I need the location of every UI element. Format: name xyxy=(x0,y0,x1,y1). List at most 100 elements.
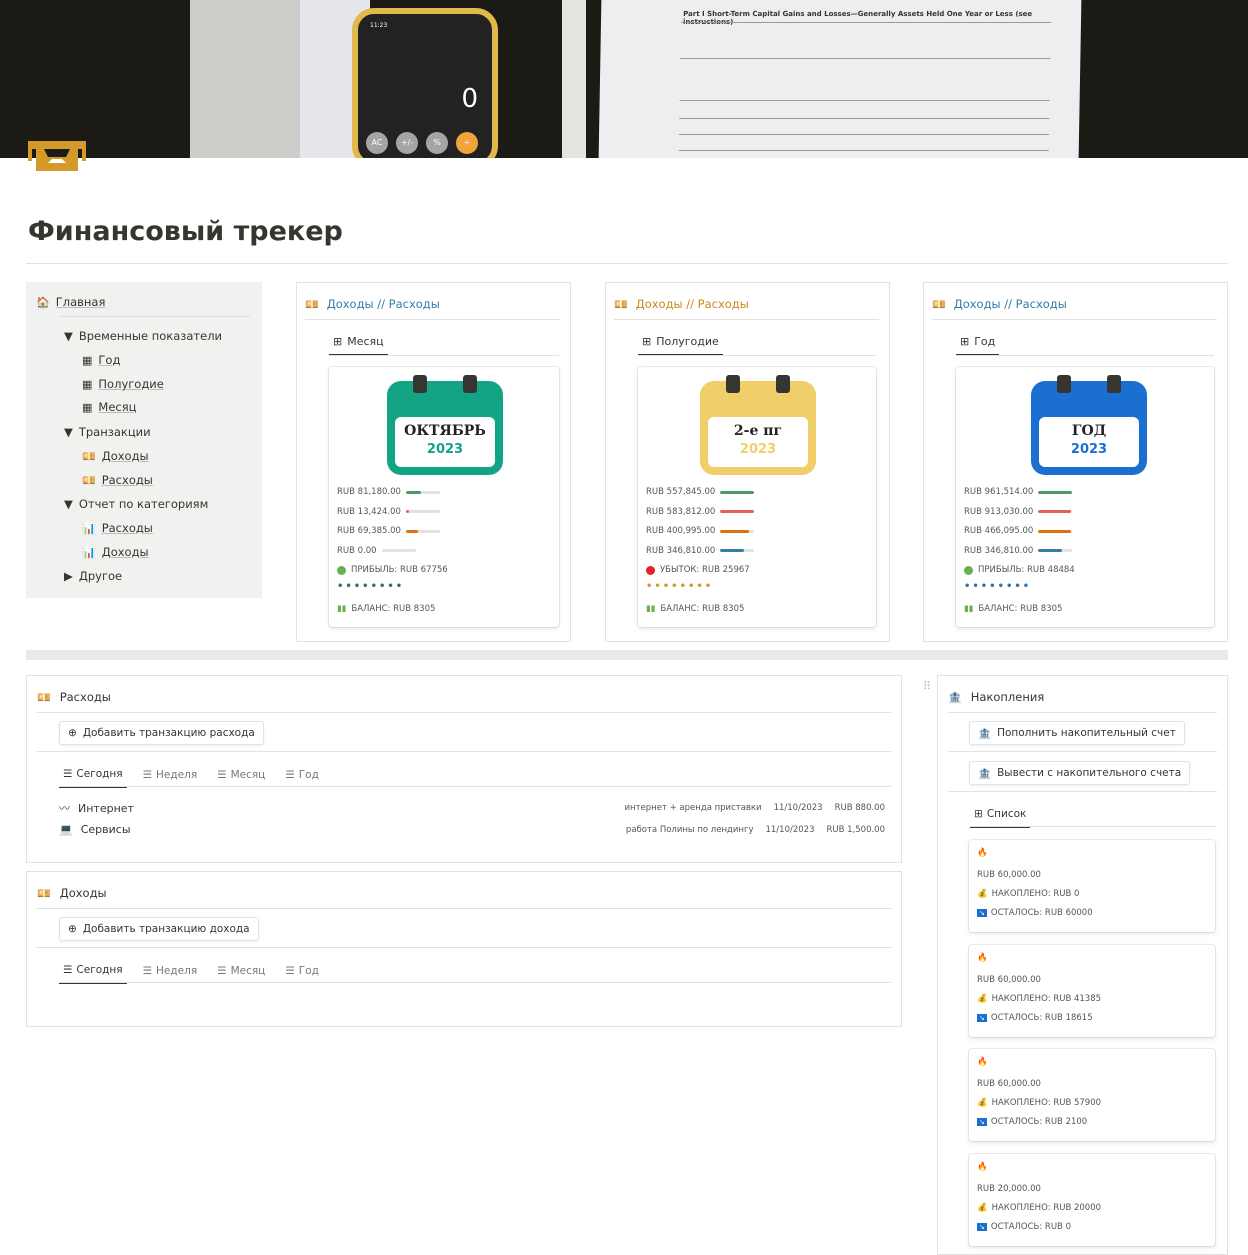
sidebar-item-label: Доходы xyxy=(101,545,149,559)
savings-card[interactable]: 🔥 RUB 60,000.00 💰 НАКОПЛЕНО: RUB 57900 ↘ О… xyxy=(969,1049,1215,1141)
savings-card[interactable]: 🔥 RUB 60,000.00 💰 НАКОПЛЕНО: RUB 41385 ↘ О… xyxy=(969,944,1215,1037)
triangle-down-icon: ▼ xyxy=(64,329,73,343)
savings-goal: RUB 20,000.00 xyxy=(977,1183,1041,1194)
triangle-down-icon: ▼ xyxy=(64,425,73,439)
result-text: УБЫТОК: RUB 25967 xyxy=(660,565,750,575)
card-header-link[interactable]: Доходы // Расходы xyxy=(954,297,1067,311)
tab-month[interactable]: ☰ Месяц xyxy=(213,964,269,984)
toggle-transactions[interactable]: ▼ Транзакции xyxy=(64,425,151,439)
calendar-icon: ГОД 2023 xyxy=(1031,375,1147,475)
tab-month[interactable]: ☰ Месяц xyxy=(213,768,269,788)
tab-label: Год xyxy=(298,965,319,977)
stat-value: RUB 913,030.00 xyxy=(964,506,1034,517)
card-header-link[interactable]: Доходы // Расходы xyxy=(636,297,749,311)
sidebar-item-home[interactable]: 🏠 Главная xyxy=(36,295,105,309)
savings-goal: RUB 60,000.00 xyxy=(977,974,1041,985)
card-header[interactable]: 💴 Доходы // Расходы xyxy=(932,297,1067,311)
stat-value: RUB 466,095.00 xyxy=(964,526,1034,536)
money-icon: ▮▮ xyxy=(964,604,974,614)
tab-list[interactable]: ⊞ Список xyxy=(970,808,1031,828)
stat-value: RUB 0.00 xyxy=(337,545,377,556)
card-header-link[interactable]: Доходы // Расходы xyxy=(327,297,440,311)
toggle-other[interactable]: ▶ Другое xyxy=(64,569,122,583)
balance-row: ▮▮ БАЛАНС: RUB 8305 xyxy=(646,604,744,614)
tab-year[interactable]: ☰ Год xyxy=(281,964,323,984)
tab-label: Месяц xyxy=(230,769,266,781)
view-tab[interactable]: ⊞ Месяц xyxy=(329,335,388,356)
income-block: 💴 Доходы ⊕ Добавить транзакцию дохода ☰ Се… xyxy=(26,871,902,1027)
card-header[interactable]: 💴 Доходы // Расходы xyxy=(614,297,749,311)
stat-row: RUB 81,180.00 xyxy=(337,487,440,497)
view-tab[interactable]: ⊞ Год xyxy=(956,335,1000,356)
result-text: ПРИБЫЛЬ: RUB 67756 xyxy=(351,565,448,575)
divider-bar xyxy=(26,650,1228,660)
stat-row: RUB 583,812.00 xyxy=(646,507,755,517)
block-title: Накопления xyxy=(970,690,1045,704)
savings-card[interactable]: 🔥 RUB 20,000.00 💰 НАКОПЛЕНО: RUB 20000 ↘ О… xyxy=(969,1153,1215,1246)
tab-today[interactable]: ☰ Сегодня xyxy=(59,964,127,984)
money-icon: ▮▮ xyxy=(337,604,347,614)
calc-key: AC xyxy=(366,132,388,154)
gallery-card[interactable]: ОКТЯБРЬ 2023 RUB 81,180.00 RUB 13,424.00 RU… xyxy=(329,367,559,627)
result-row: ПРИБЫЛЬ: RUB 67756 xyxy=(337,565,448,575)
savings-card[interactable]: 🔥 RUB 60,000.00 💰 НАКОПЛЕНО: RUB 0 ↘ ОСТАЛ… xyxy=(969,840,1215,932)
tab-week[interactable]: ☰ Неделя xyxy=(139,964,202,984)
withdraw-button[interactable]: 🏦 Вывести с накопительного счета xyxy=(969,761,1191,785)
tab-year[interactable]: ☰ Год xyxy=(281,768,323,788)
status-dot-icon xyxy=(646,565,655,575)
sidebar-item-label: Год xyxy=(98,353,121,367)
card-header[interactable]: 💴 Доходы // Расходы xyxy=(305,297,440,311)
sidebar-item-label: Полугодие xyxy=(98,377,164,391)
stat-value: RUB 69,385.00 xyxy=(337,526,401,536)
gallery-card[interactable]: 2-е пг 2023 RUB 557,845.00 RUB 583,812.00 R… xyxy=(638,367,876,627)
sidebar-item-expenses[interactable]: 💴 Расходы xyxy=(82,473,153,487)
tab-today[interactable]: ☰ Сегодня xyxy=(59,768,127,788)
progress-bar xyxy=(381,549,416,552)
sidebar-item-report-expenses[interactable]: 📊 Расходы xyxy=(82,521,153,535)
dots-separator: •••••••• xyxy=(964,581,1032,592)
button-label: Пополнить накопительный счет xyxy=(997,727,1176,739)
item-amount: RUB 880.00 xyxy=(834,803,885,813)
tab-label: Неделя xyxy=(156,769,198,781)
money-icon: ▮▮ xyxy=(646,604,656,614)
view-tab-label: Год xyxy=(974,335,996,348)
balance-text: БАЛАНС: RUB 8305 xyxy=(660,604,745,614)
item-date: 11/10/2023 xyxy=(765,824,815,835)
savings-block: 🏦 Накопления 🏦 Пополнить накопительный сче… xyxy=(937,675,1228,1255)
phone-display: 0 xyxy=(461,84,478,114)
sidebar-item-income[interactable]: 💴 Доходы xyxy=(82,449,149,463)
view-tab[interactable]: ⊞ Полугодие xyxy=(638,335,723,356)
sidebar-item-halfyear[interactable]: ▦ Полугодие xyxy=(82,377,164,391)
progress-bar xyxy=(405,510,440,513)
list-item[interactable]: 💻 Сервисы работа Полины по лендингу 11/10/2… xyxy=(59,823,885,836)
list-item[interactable]: 〰 Интернет интернет + аренда приставки 11/1… xyxy=(59,800,885,816)
toggle-time[interactable]: ▼ Временные показатели xyxy=(64,329,222,343)
cash-icon: 💴 xyxy=(614,297,628,311)
savings-saved: НАКОПЛЕНО: RUB 57900 xyxy=(991,1098,1102,1108)
deposit-button[interactable]: 🏦 Пополнить накопительный счет xyxy=(969,721,1185,745)
savings-saved: НАКОПЛЕНО: RUB 41385 xyxy=(991,993,1102,1004)
add-income-button[interactable]: ⊕ Добавить транзакцию дохода xyxy=(59,917,259,941)
calc-key: +/- xyxy=(396,132,418,154)
safe-icon: 🏦 xyxy=(948,690,962,704)
gallery-card[interactable]: ГОД 2023 RUB 961,514.00 RUB 913,030.00 RUB … xyxy=(956,367,1214,627)
balance-row: ▮▮ БАЛАНС: RUB 8305 xyxy=(337,604,435,614)
toggle-reports[interactable]: ▼ Отчет по категориям xyxy=(64,497,208,511)
progress-bar xyxy=(405,529,440,533)
home-icon: 🏠 xyxy=(36,295,50,309)
sidebar-item-year[interactable]: ▦ Год xyxy=(82,353,120,367)
sidebar-item-month[interactable]: ▦ Месяц xyxy=(82,400,136,414)
stat-row: RUB 13,424.00 xyxy=(337,507,440,517)
stat-value: RUB 346,810.00 xyxy=(964,545,1034,556)
tab-week[interactable]: ☰ Неделя xyxy=(139,768,202,788)
cash-icon: 💴 xyxy=(82,449,96,463)
sidebar-item-report-income[interactable]: 📊 Доходы xyxy=(82,545,149,559)
drag-handle-icon[interactable]: ⠿ xyxy=(923,680,931,693)
chart-down-icon: ↘ xyxy=(977,909,987,917)
add-expense-button[interactable]: ⊕ Добавить транзакцию расхода xyxy=(59,721,264,745)
moneybag-icon: 💰 xyxy=(977,1202,988,1213)
calendar-title: 2-е пг xyxy=(733,423,783,439)
group-label: Отчет по категориям xyxy=(78,497,209,511)
savings-left: ОСТАЛОСЬ: RUB 60000 xyxy=(990,908,1093,918)
progress-bar xyxy=(1038,490,1073,494)
